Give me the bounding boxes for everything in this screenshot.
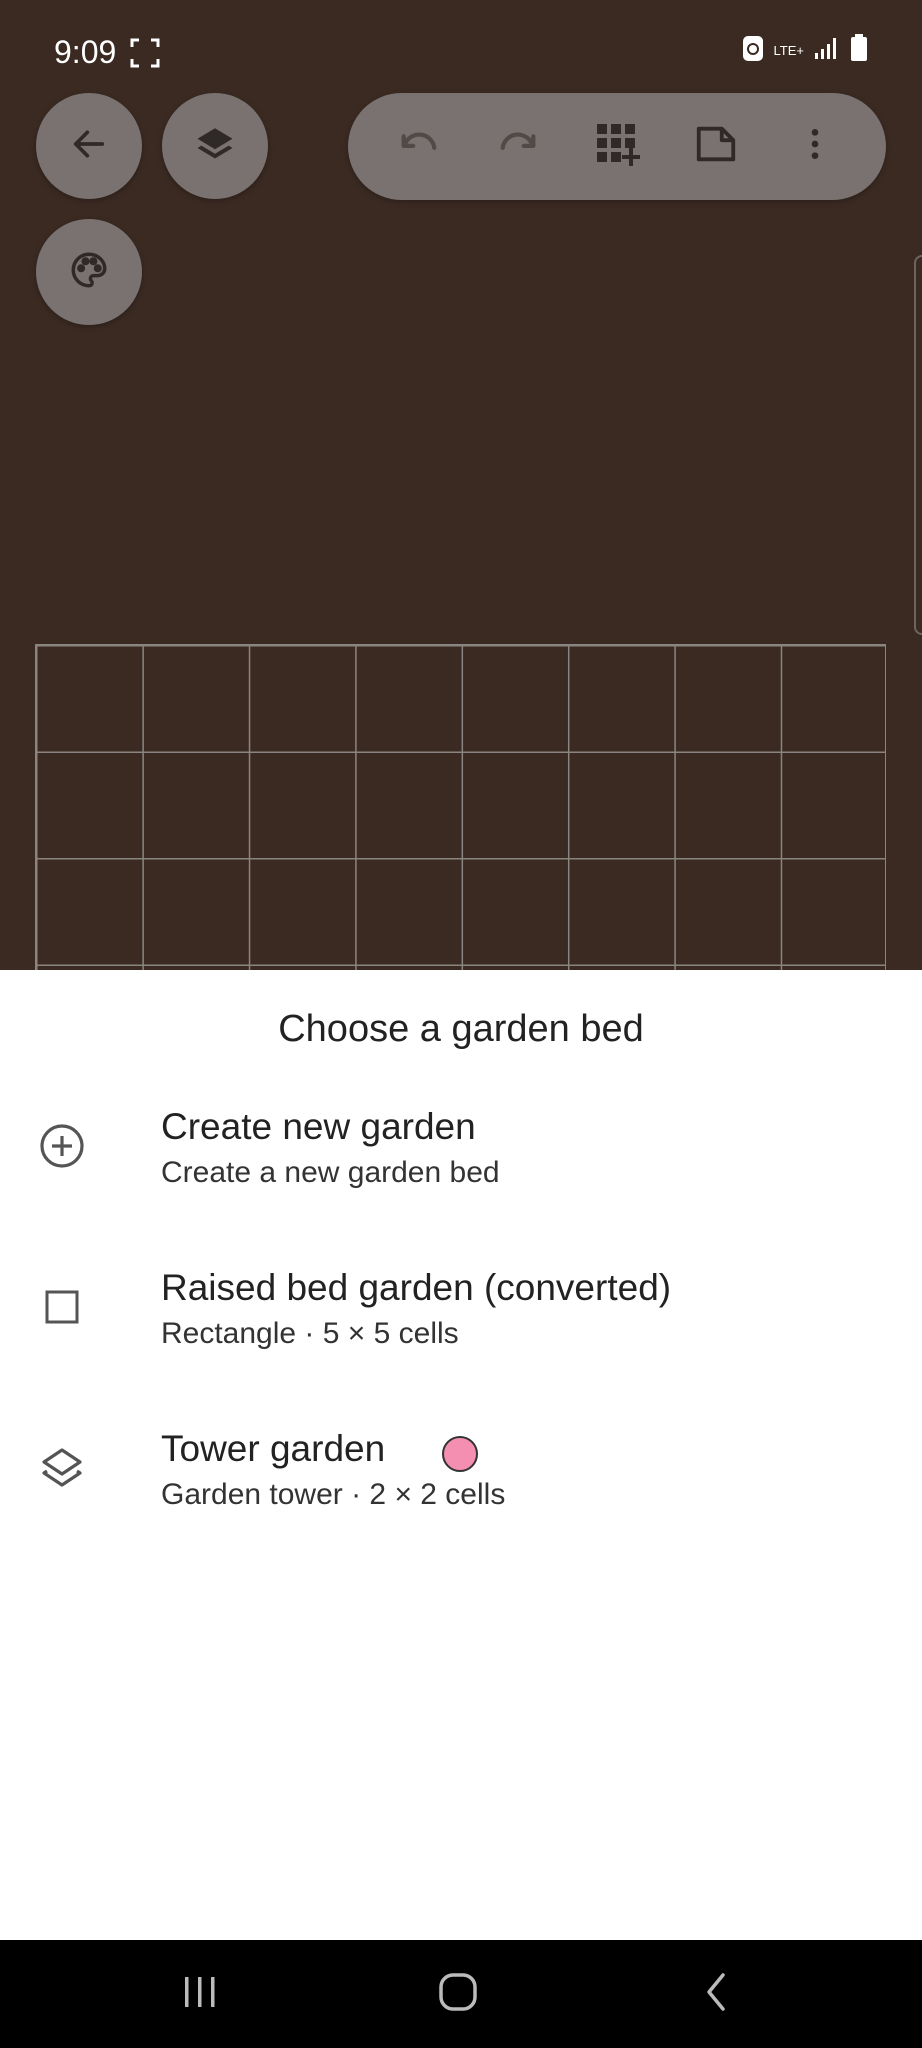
palette-button[interactable] [36, 219, 142, 325]
page-icon [693, 121, 739, 172]
option-subtitle: Garden tower · 2 × 2 cells [161, 1478, 506, 1511]
undo-icon [396, 121, 442, 172]
square-icon [36, 1281, 88, 1333]
battery-icon [850, 34, 868, 67]
option-title: Create new garden [161, 1106, 476, 1147]
sheet-title: Choose a garden bed [278, 1008, 644, 1050]
garden-grid[interactable] [35, 644, 886, 970]
option-title: Raised bed garden (converted) [161, 1267, 672, 1308]
signal-icon [814, 36, 840, 65]
edge-panel-handle[interactable] [914, 255, 922, 635]
option-create-new-garden[interactable]: Create new garden Create a new garden be… [0, 1106, 922, 1246]
palette-icon [68, 249, 110, 296]
system-nav-bar [0, 1940, 922, 2048]
option-tower-garden[interactable]: Tower garden Garden tower · 2 × 2 cells [0, 1428, 922, 1568]
back-chevron-icon [701, 1972, 731, 2017]
redo-button[interactable] [482, 111, 554, 183]
more-vert-icon [795, 124, 835, 169]
status-bar: 9:09 LTE+ [0, 0, 922, 100]
nav-back-button[interactable] [681, 1966, 751, 2022]
top-toolbar [348, 93, 886, 200]
arrow-left-icon [69, 124, 109, 169]
option-subtitle: Rectangle · 5 × 5 cells [161, 1317, 459, 1350]
option-subtitle: Create a new garden bed [161, 1156, 500, 1189]
recents-button[interactable] [165, 1966, 235, 2022]
undo-button[interactable] [383, 111, 455, 183]
garden-canvas[interactable]: 9:09 LTE+ [0, 0, 922, 970]
recents-icon [180, 1974, 220, 2015]
home-button[interactable] [423, 1966, 493, 2022]
status-time: 9:09 [54, 34, 117, 70]
option-title: Tower garden [161, 1428, 386, 1469]
grid-add-icon [593, 120, 641, 173]
bottom-sheet: Choose a garden bed Create new garden Cr… [0, 970, 922, 1940]
data-saver-icon [742, 34, 764, 67]
home-icon [438, 1972, 478, 2017]
screenshot-indicator-icon [130, 38, 160, 73]
layers-outline-icon [36, 1442, 88, 1494]
layers-icon [194, 123, 236, 170]
option-raised-bed-garden[interactable]: Raised bed garden (converted) Rectangle … [0, 1267, 922, 1407]
add-grid-button[interactable] [581, 111, 653, 183]
network-type: LTE+ [773, 43, 804, 58]
layers-button[interactable] [162, 93, 268, 199]
back-button[interactable] [36, 93, 142, 199]
redo-icon [495, 121, 541, 172]
add-circle-icon [36, 1120, 88, 1172]
more-options-button[interactable] [779, 111, 851, 183]
garden-color-dot [442, 1436, 478, 1472]
page-button[interactable] [680, 111, 752, 183]
status-icons: LTE+ [742, 34, 868, 67]
